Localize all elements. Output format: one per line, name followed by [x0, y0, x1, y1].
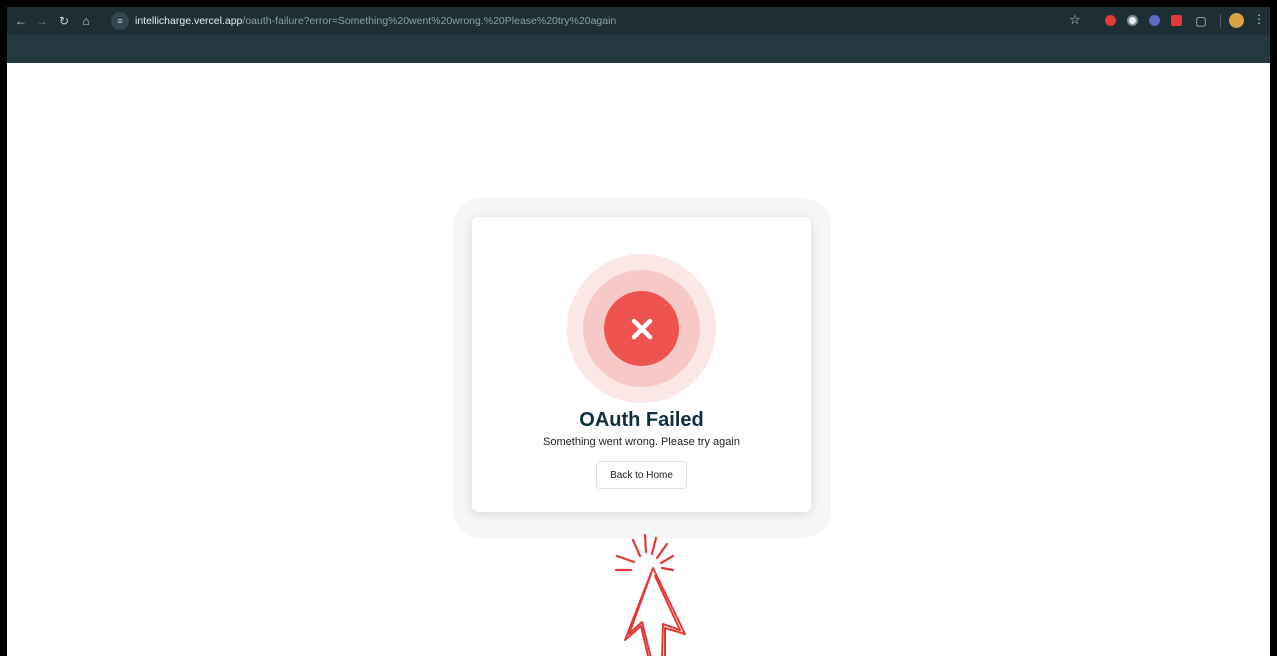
error-icon-circle — [604, 291, 679, 366]
page-title: OAuth Failed — [579, 409, 704, 431]
menu-icon[interactable]: ⋮ — [1253, 12, 1265, 26]
error-message: Something went wrong. Please try again — [543, 436, 740, 448]
toolbar-divider — [1220, 14, 1221, 28]
extension-icon-1[interactable] — [1105, 15, 1116, 26]
bookmark-star-icon[interactable]: ☆ — [1069, 12, 1081, 28]
browser-window: ← → ↻ ⌂ ≡ intellicharge.vercel.app/oauth… — [0, 0, 1277, 656]
extension-icon-2[interactable] — [1127, 15, 1138, 26]
error-card: OAuth Failed Something went wrong. Pleas… — [472, 217, 811, 512]
profile-avatar[interactable] — [1229, 13, 1244, 28]
home-icon[interactable]: ⌂ — [76, 11, 96, 31]
url-path: /oauth-failure?error=Something%20went%20… — [242, 15, 617, 27]
back-icon[interactable]: ← — [11, 11, 31, 31]
forward-icon[interactable]: → — [32, 11, 52, 31]
extension-icon-4[interactable] — [1171, 15, 1182, 26]
back-to-home-button[interactable]: Back to Home — [596, 461, 687, 489]
error-icon-outer-ring — [567, 254, 716, 403]
error-icon-middle-ring — [583, 270, 700, 387]
extensions-icon[interactable]: ▢ — [1191, 11, 1211, 31]
browser-chrome: ← → ↻ ⌂ ≡ intellicharge.vercel.app/oauth… — [7, 7, 1270, 63]
site-info-icon[interactable]: ≡ — [111, 12, 129, 30]
url-host: intellicharge.vercel.app — [135, 15, 243, 27]
reload-icon[interactable]: ↻ — [54, 11, 74, 31]
close-icon — [631, 318, 652, 339]
click-cursor-annotation — [614, 533, 686, 656]
extension-icon-3[interactable] — [1149, 15, 1160, 26]
browser-toolbar: ← → ↻ ⌂ ≡ intellicharge.vercel.app/oauth… — [7, 7, 1270, 35]
url-text[interactable]: intellicharge.vercel.app/oauth-failure?e… — [135, 15, 616, 27]
